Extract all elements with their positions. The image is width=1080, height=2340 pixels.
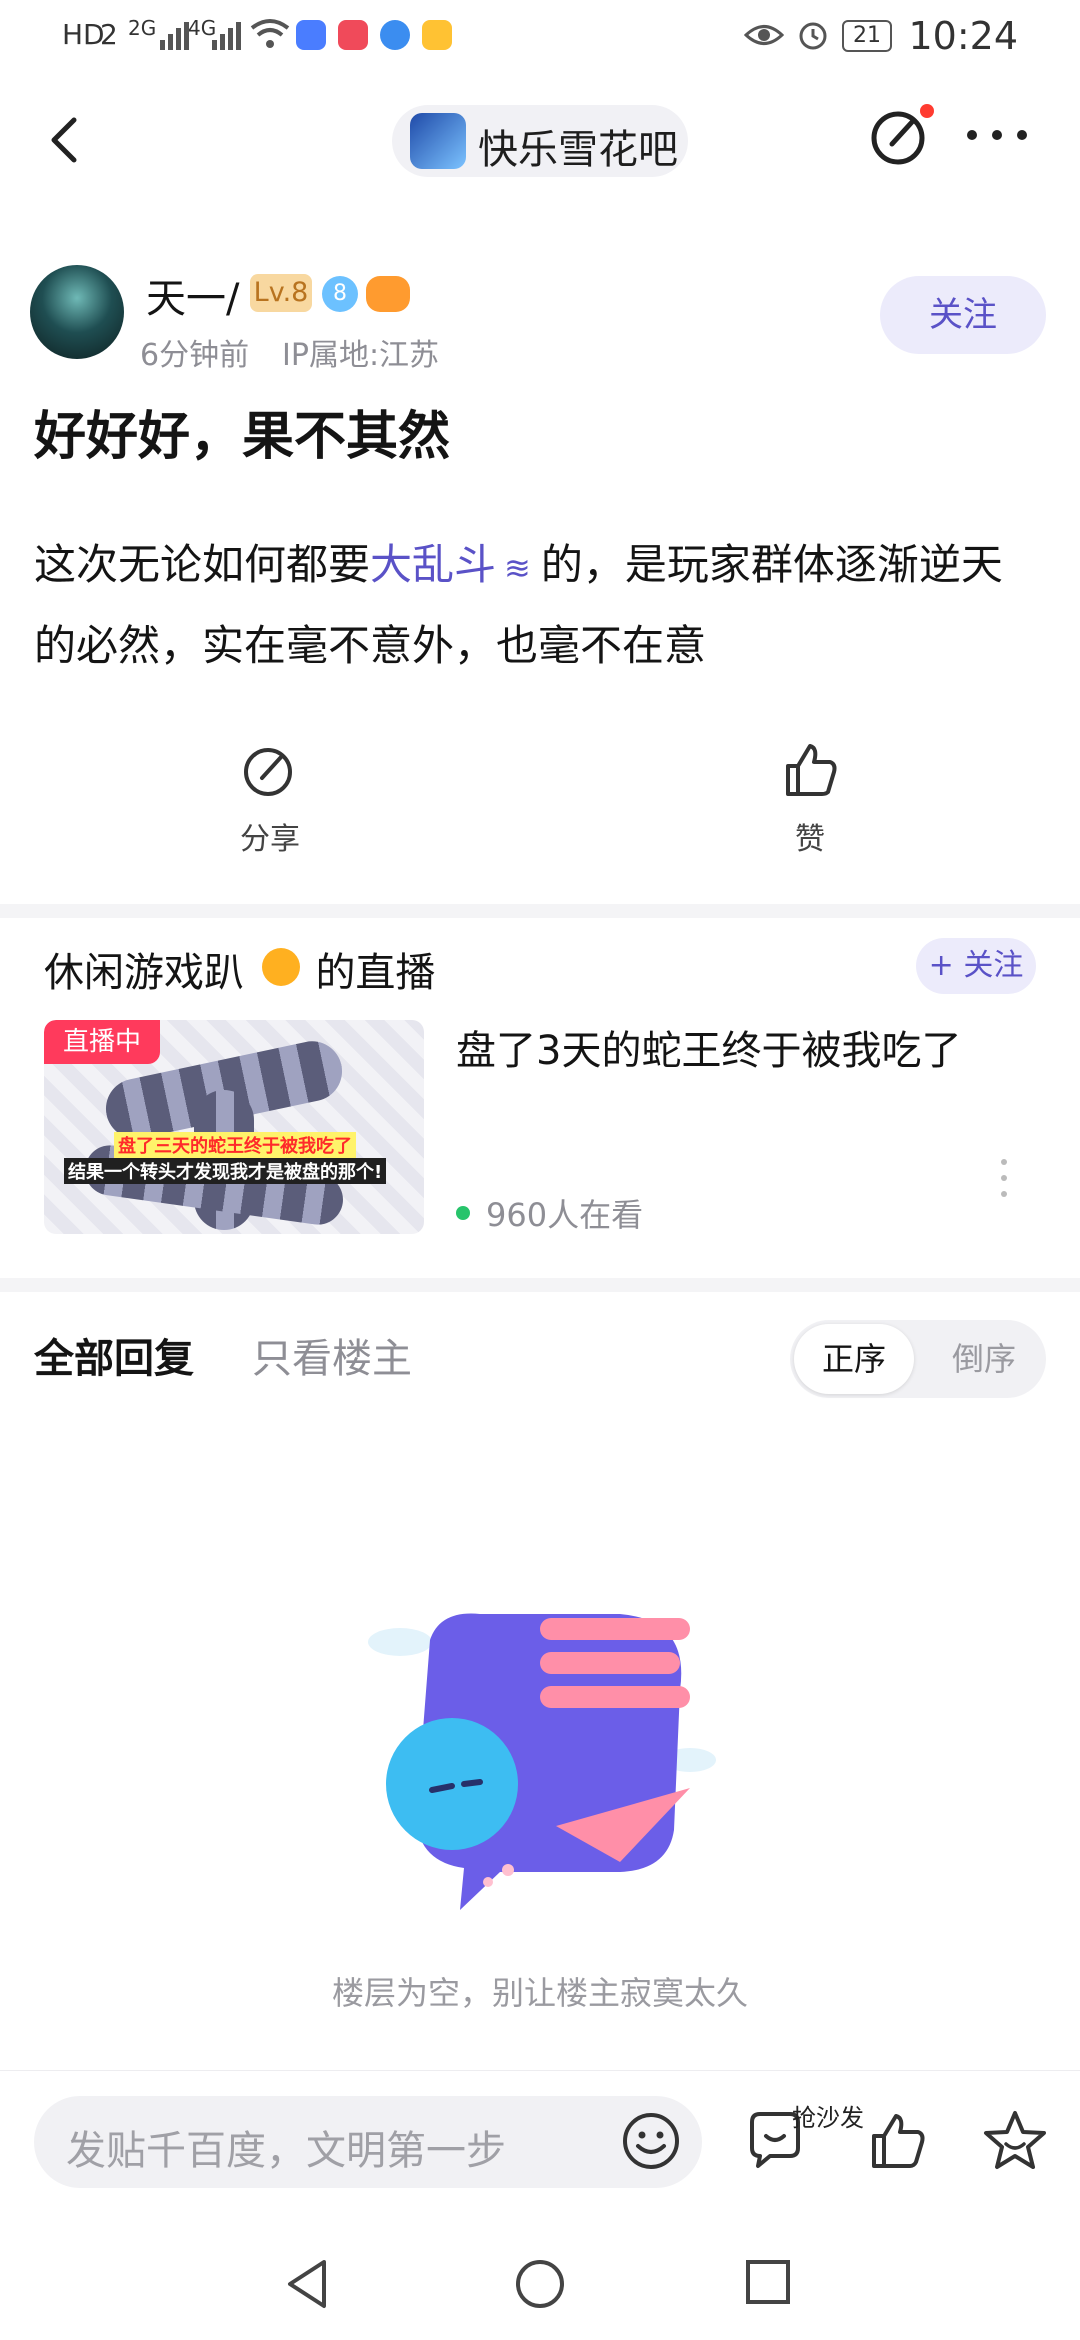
share-action[interactable]: 分享 [210,740,330,858]
battery-icon: 21 [842,20,892,52]
follow-button[interactable]: 关注 [880,276,1046,354]
section-divider [0,904,1080,918]
live-streamer-suffix: 的直播 [315,950,436,996]
sun-icon [262,948,300,986]
live-follow-button[interactable]: + 关注 [916,938,1036,994]
book-app-icon [338,20,368,50]
music-app-icon [296,20,326,50]
signal-icon [160,22,189,50]
tab-all-replies[interactable]: 全部回复 [34,1326,194,1384]
sim2-indicator: 2 [100,18,118,51]
emoji-icon[interactable] [620,2110,682,2172]
author-avatar[interactable] [30,265,124,359]
nav-home-icon[interactable] [514,2258,566,2310]
reply-input[interactable]: 发贴千百度，文明第一步 [34,2096,702,2188]
thumbnail-caption: 盘了三天的蛇王终于被我吃了 [114,1132,356,1158]
thumbnail-caption: 结果一个转头才发现我才是被盘的那个! [64,1158,387,1184]
post-body-text-1: 这次无论如何都要 [34,540,371,589]
level-badge: Lv.8 [250,274,312,312]
signal-icon-2 [212,22,241,50]
alarm-icon [799,22,827,50]
live-more-icon[interactable] [1000,1158,1008,1198]
sort-toggle: 正序 倒序 [790,1320,1046,1398]
live-streamer-name: 休闲游戏趴 [44,950,244,996]
topic-link[interactable]: 大乱斗 [370,540,496,589]
nav-recents-icon[interactable] [744,2258,792,2306]
notification-dot [920,104,934,118]
live-streamer[interactable]: 休闲游戏趴 的直播 [44,940,435,998]
empty-state-text: 楼层为空，别让楼主寂寞太久 [331,1974,748,2012]
post-title: 好好好，果不其然 [34,407,451,467]
like-label: 赞 [795,822,825,857]
section-divider [0,1278,1080,1292]
more-options-icon[interactable] [962,118,1032,152]
gem-badge: 8 [322,276,358,312]
sort-ascending[interactable]: 正序 [794,1324,914,1394]
wifi-icon [250,19,290,48]
author-name[interactable]: 天一/ [146,266,239,324]
online-dot [456,1206,470,1220]
tab-owner-only[interactable]: 只看楼主 [252,1326,412,1384]
like-action[interactable]: 赞 [750,740,870,858]
forum-name: 快乐雪花吧 [478,127,678,173]
gamepad-badge-icon [366,276,410,312]
sort-descending[interactable]: 倒序 [926,1324,1042,1394]
share-label: 分享 [240,822,300,857]
post-time: 6分钟前 [140,338,250,373]
forum-avatar [410,113,466,169]
live-tag: 直播中 [44,1020,160,1064]
status-bar: HD 2 2G 4G 21 10:24 [0,0,1080,75]
ip-location: IP属地:江苏 [282,338,440,373]
back-arrow-icon[interactable] [40,110,90,170]
browser-app-icon [380,20,410,50]
layers-icon: ≋ [504,549,531,587]
clock: 10:24 [908,14,1018,58]
system-nav-bar [0,2240,1080,2340]
reply-input-placeholder: 发贴千百度，文明第一步 [66,2128,506,2174]
forum-name-pill[interactable]: 快乐雪花吧 [392,105,688,177]
sofa-label: 抢沙发 [792,2104,864,2132]
live-title[interactable]: 盘了3天的蛇王终于被我吃了 [456,1018,961,1076]
share-icon [244,748,292,796]
2g-indicator: 2G [128,16,157,40]
thumbs-up-icon [786,744,837,796]
viewer-count: 960人在看 [486,1196,644,1234]
favorite-star-icon[interactable] [982,2108,1048,2172]
notes-app-icon [422,20,452,50]
hd-indicator: HD [62,18,105,51]
post-body: 这次无论如何都要大乱斗 ≋ 的，是玩家群体逐渐逆天的必然，实在毫不意外，也毫不在意 [34,526,1044,685]
like-bottom-icon[interactable] [866,2108,930,2172]
live-thumbnail[interactable]: 直播中 盘了三天的蛇王终于被我吃了 结果一个转头才发现我才是被盘的那个! [44,1020,424,1234]
eye-icon [744,25,784,45]
empty-state-illustration [368,1613,716,1910]
nav-back-icon[interactable] [282,2256,332,2312]
